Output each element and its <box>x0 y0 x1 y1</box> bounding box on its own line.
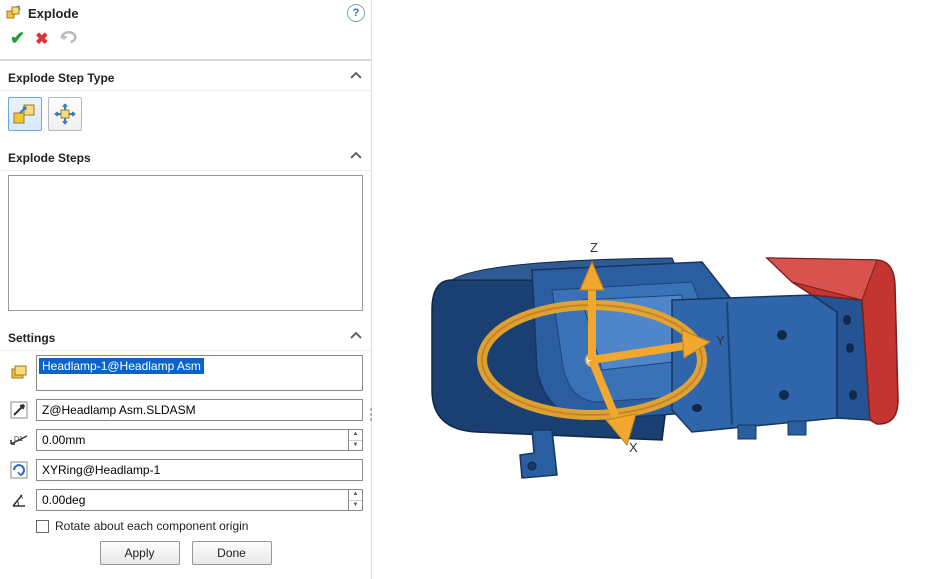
svg-text:D1: D1 <box>14 436 23 443</box>
section-header-step-type[interactable]: Explode Step Type <box>0 61 371 91</box>
axis-x-label: X <box>629 440 638 455</box>
ring-input[interactable] <box>36 459 363 481</box>
radial-step-button[interactable] <box>48 97 82 131</box>
angle-row: A ▲▼ <box>8 489 363 511</box>
component-selection-box[interactable]: Headlamp-1@Headlamp Asm <box>36 355 363 391</box>
help-icon[interactable]: ? <box>347 4 365 22</box>
section-header-settings[interactable]: Settings <box>0 321 371 351</box>
explode-feature-icon <box>6 5 22 21</box>
graphics-viewport[interactable]: Z Y X <box>372 0 933 579</box>
cancel-button[interactable]: ✖ <box>35 29 48 49</box>
angle-icon: A <box>8 489 30 511</box>
component-selection-row: Headlamp-1@Headlamp Asm <box>8 355 363 391</box>
bottom-bracket-part[interactable] <box>520 430 557 478</box>
selected-component[interactable]: Headlamp-1@Headlamp Asm <box>39 358 204 374</box>
spin-down-icon[interactable]: ▼ <box>349 441 362 451</box>
ok-button[interactable]: ✔ <box>10 28 25 49</box>
apply-button[interactable]: Apply <box>100 541 180 565</box>
rotate-about-checkbox[interactable] <box>36 520 49 533</box>
settings-body: Headlamp-1@Headlamp Asm D1 <box>0 351 371 579</box>
distance-icon: D1 <box>8 429 30 451</box>
distance-input[interactable] <box>36 429 349 451</box>
done-button[interactable]: Done <box>192 541 272 565</box>
spin-down-icon[interactable]: ▼ <box>349 501 362 511</box>
axis-y-label: Y <box>716 333 725 348</box>
spin-up-icon[interactable]: ▲ <box>349 430 362 441</box>
regular-step-button[interactable] <box>8 97 42 131</box>
undo-button[interactable] <box>59 29 79 48</box>
distance-spinner[interactable]: ▲▼ <box>349 429 363 451</box>
ring-row <box>8 459 363 481</box>
explode-steps-list[interactable] <box>8 175 363 311</box>
apply-done-row: Apply Done <box>8 541 363 571</box>
model-view[interactable]: Z Y X <box>372 0 933 579</box>
rotate-about-label: Rotate about each component origin <box>55 519 248 533</box>
section-title: Explode Steps <box>8 151 91 165</box>
direction-icon <box>8 399 30 421</box>
collapse-icon[interactable] <box>349 149 363 166</box>
direction-row <box>8 399 363 421</box>
rotate-about-origin-row[interactable]: Rotate about each component origin <box>8 519 363 533</box>
angle-spinner[interactable]: ▲▼ <box>349 489 363 511</box>
component-icon <box>8 355 30 391</box>
svg-text:A: A <box>19 495 23 501</box>
distance-row: D1 ▲▼ <box>8 429 363 451</box>
panel-title: Explode <box>28 6 79 21</box>
spin-up-icon[interactable]: ▲ <box>349 490 362 501</box>
angle-input[interactable] <box>36 489 349 511</box>
axis-z-label: Z <box>590 240 598 255</box>
collapse-icon[interactable] <box>349 329 363 346</box>
property-panel: Explode ? ✔ ✖ Explode Step Type <box>0 0 372 579</box>
collapse-icon[interactable] <box>349 69 363 86</box>
section-title: Settings <box>8 331 55 345</box>
step-type-row <box>0 91 371 141</box>
direction-input[interactable] <box>36 399 363 421</box>
section-header-steps[interactable]: Explode Steps <box>0 141 371 171</box>
panel-header: Explode ? <box>0 0 371 22</box>
section-title: Explode Step Type <box>8 71 114 85</box>
ring-icon <box>8 459 30 481</box>
confirm-toolbar: ✔ ✖ <box>0 22 371 61</box>
